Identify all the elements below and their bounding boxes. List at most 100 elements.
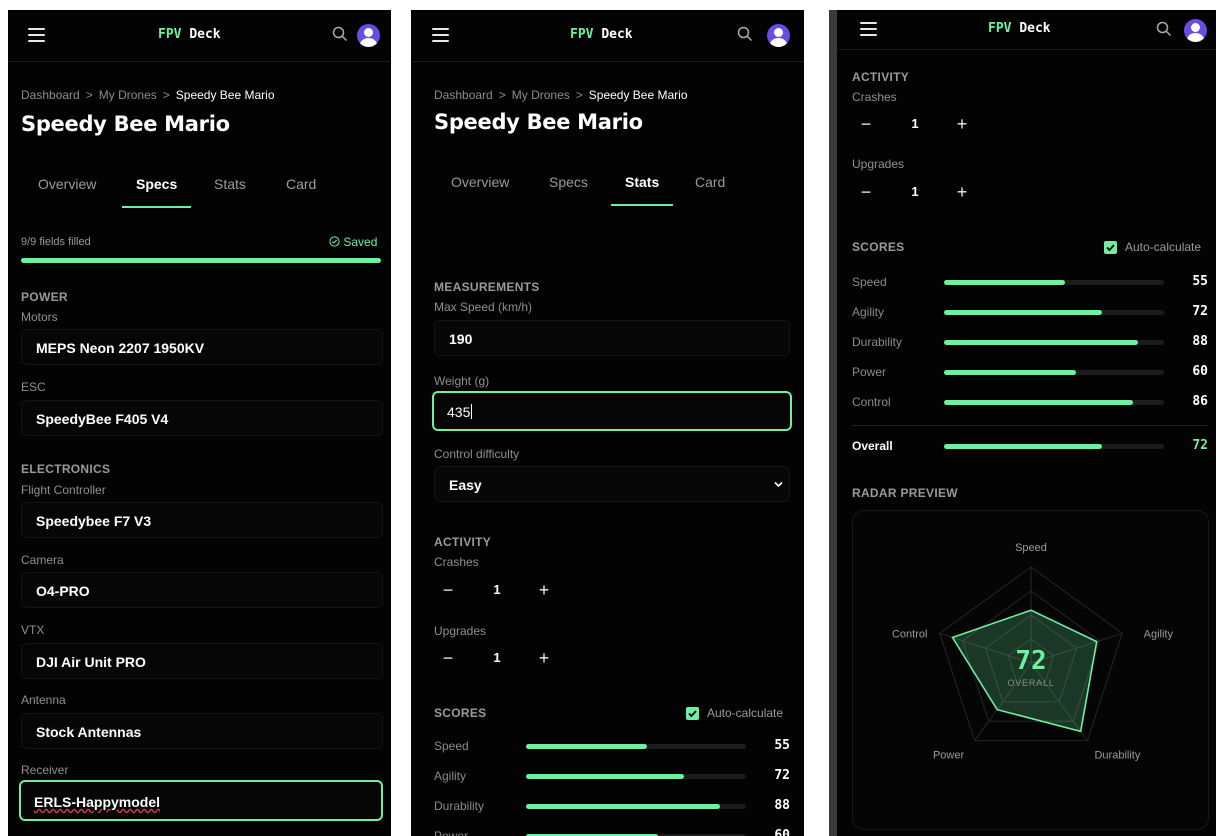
section-electronics: ELECTRONICS [21, 462, 111, 476]
saved-status: Saved [329, 235, 377, 249]
upgrades-decrement-button[interactable]: − [434, 644, 462, 672]
avatar-icon[interactable] [767, 24, 790, 47]
upgrades-value: 1 [493, 650, 501, 665]
page-title: Speedy Bee Mario [21, 112, 230, 136]
crashes-decrement-button[interactable]: − [434, 576, 462, 604]
score-track [944, 310, 1164, 315]
search-icon[interactable] [736, 25, 754, 43]
crashes-stepper: − 1 + [852, 110, 992, 138]
flight-controller-field[interactable]: Speedybee F7 V3 [21, 502, 383, 538]
checkbox-checked-icon[interactable] [686, 707, 699, 720]
score-fill [526, 744, 647, 749]
score-value: 88 [774, 798, 790, 813]
upgrades-increment-button[interactable]: + [530, 644, 558, 672]
section-power: POWER [21, 290, 68, 304]
crashes-decrement-button[interactable]: − [852, 110, 880, 138]
tab-overview[interactable]: Overview [451, 174, 509, 208]
crashes-stepper: − 1 + [434, 576, 574, 604]
search-icon[interactable] [331, 25, 349, 43]
tab-stats[interactable]: Stats [611, 174, 674, 208]
tab-specs-label: Specs [136, 176, 178, 192]
breadcrumb-current: Speedy Bee Mario [175, 88, 275, 102]
motors-field[interactable]: MEPS Neon 2207 1950KV [21, 329, 383, 365]
breadcrumb: Dashboard > My Drones > Speedy Bee Mario [434, 88, 688, 102]
breadcrumb-my-drones[interactable]: My Drones [99, 88, 157, 102]
auto-calculate-label[interactable]: Auto-calculate [1125, 240, 1201, 254]
page-title: Speedy Bee Mario [434, 110, 643, 134]
score-track [944, 280, 1164, 285]
upgrades-label: Upgrades [434, 624, 487, 638]
score-value: 55 [774, 738, 790, 753]
upgrades-decrement-button[interactable]: − [852, 178, 880, 206]
avatar-icon[interactable] [357, 24, 380, 47]
tab-card[interactable]: Card [695, 174, 725, 208]
score-label: Control [852, 395, 891, 409]
radar-axis-label: Agility [1144, 628, 1174, 640]
tab-underline [611, 204, 674, 206]
brand-logo: FPV Deck [158, 27, 221, 42]
tab-card[interactable]: Card [286, 176, 316, 210]
breadcrumb-current: Speedy Bee Mario [588, 88, 688, 102]
breadcrumb-my-drones[interactable]: My Drones [512, 88, 570, 102]
camera-label: Camera [21, 553, 64, 567]
weight-field[interactable]: 435 [432, 391, 792, 431]
breadcrumb-dashboard[interactable]: Dashboard [434, 88, 493, 102]
flight-controller-label: Flight Controller [21, 483, 106, 497]
score-label: Durability [434, 799, 485, 813]
max-speed-label: Max Speed (km/h) [434, 300, 533, 314]
score-track [944, 444, 1164, 449]
score-fill [944, 340, 1138, 345]
score-value: 72 [1192, 304, 1208, 319]
score-track [944, 400, 1164, 405]
upgrades-increment-button[interactable]: + [948, 178, 976, 206]
breadcrumb-separator: > [575, 88, 583, 102]
menu-icon[interactable] [860, 22, 877, 36]
stats-screen: FPV Deck Dashboard > My Drones > Speedy Bee … [411, 10, 804, 836]
avatar-icon[interactable] [1184, 19, 1207, 42]
score-fill [944, 310, 1103, 315]
auto-calculate-label[interactable]: Auto-calculate [707, 706, 783, 720]
crashes-value: 1 [911, 116, 919, 131]
radar-axis-label: Power [933, 750, 965, 762]
tab-specs[interactable]: Specs [549, 174, 588, 208]
crashes-value: 1 [493, 582, 501, 597]
menu-icon[interactable] [432, 28, 449, 42]
score-fill [526, 804, 720, 809]
score-value: 55 [1192, 274, 1208, 289]
vtx-field[interactable]: DJI Air Unit PRO [21, 643, 383, 679]
search-icon[interactable] [1155, 20, 1173, 38]
upgrades-value: 1 [911, 184, 919, 199]
max-speed-field[interactable]: 190 [434, 320, 790, 356]
brand-logo: FPV Deck [570, 27, 633, 42]
breadcrumb-separator: > [162, 88, 170, 102]
score-value: 86 [1192, 394, 1208, 409]
breadcrumb-dashboard[interactable]: Dashboard [21, 88, 80, 102]
chevron-down-icon [774, 481, 783, 488]
camera-field[interactable]: O4-PRO [21, 572, 383, 608]
score-fill [944, 280, 1065, 285]
checkbox-checked-icon[interactable] [1104, 241, 1117, 254]
score-value: 88 [1192, 334, 1208, 349]
score-row-agility: Agility 72 [852, 303, 1212, 321]
score-label: Power [852, 365, 887, 379]
esc-label: ESC [21, 380, 46, 394]
crashes-increment-button[interactable]: + [948, 110, 976, 138]
section-activity: ACTIVITY [434, 535, 492, 549]
menu-icon[interactable] [28, 28, 45, 42]
tab-specs[interactable]: Specs [122, 176, 192, 210]
tab-stats[interactable]: Stats [214, 176, 246, 210]
control-difficulty-select[interactable]: Easy [434, 466, 790, 502]
receiver-field[interactable]: ERLS-Happymodel [19, 780, 383, 821]
tab-overview[interactable]: Overview [38, 176, 96, 210]
crashes-increment-button[interactable]: + [530, 576, 558, 604]
section-radar-preview: RADAR PREVIEW [852, 486, 958, 500]
radar-center-value: 72 [1015, 646, 1046, 676]
radar-axis-label: Speed [1015, 542, 1047, 554]
fields-filled-label: 9/9 fields filled [21, 236, 91, 248]
score-fill [526, 774, 685, 779]
esc-field[interactable]: SpeedyBee F405 V4 [21, 400, 383, 436]
score-row-agility: Agility 72 [434, 767, 794, 785]
score-row-durability: Durability 88 [434, 797, 794, 815]
overall-label: Overall [852, 439, 893, 453]
antenna-field[interactable]: Stock Antennas [21, 713, 383, 749]
